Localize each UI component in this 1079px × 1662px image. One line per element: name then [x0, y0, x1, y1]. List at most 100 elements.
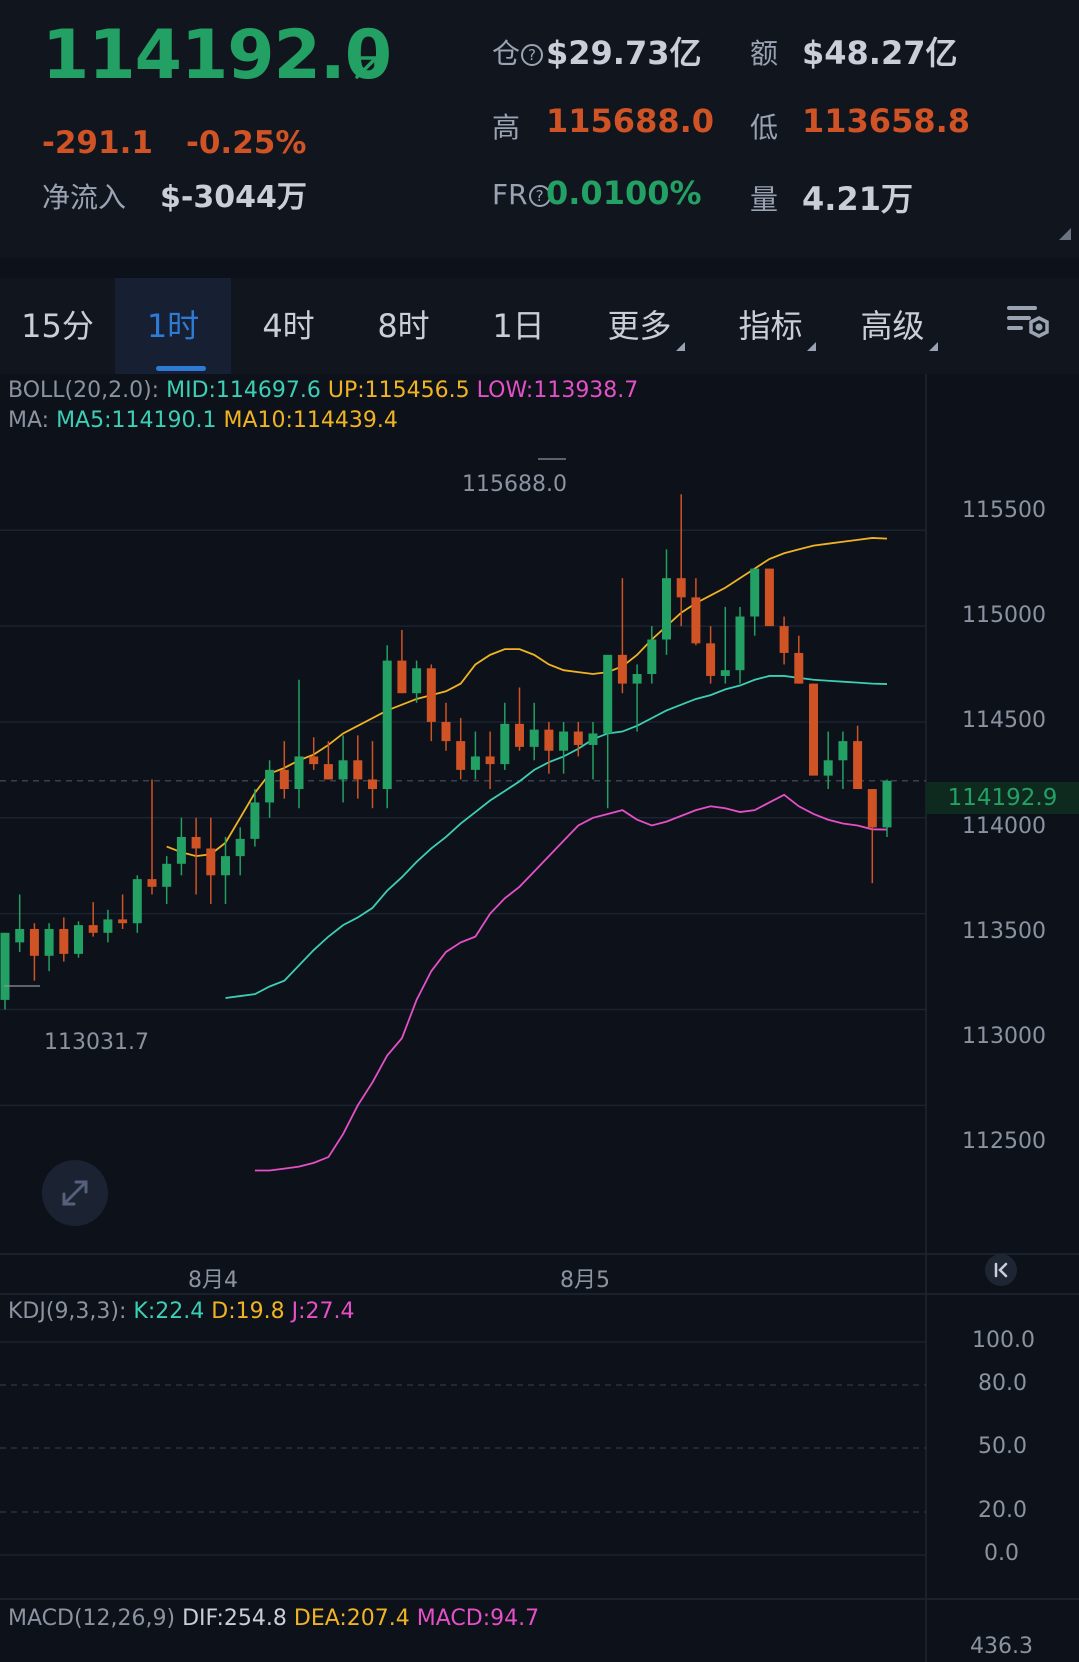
- candle-body: [353, 760, 363, 780]
- ticker-header: 114192.0 -291.1 -0.25% 净流入 $-3044万 仓? $2…: [0, 0, 1079, 258]
- candle-body: [617, 654, 627, 684]
- tab-indicators[interactable]: 指标: [716, 278, 838, 374]
- candle-body: [441, 721, 451, 742]
- boll-legend: BOLL(20,2.0): MID:114697.6 UP:115456.5 L…: [8, 378, 639, 403]
- candle-body: [515, 723, 524, 747]
- candle-body: [191, 836, 201, 849]
- high-marker: 115688.0: [462, 472, 567, 497]
- candle-body: [279, 769, 289, 790]
- candle-body: [147, 879, 157, 887]
- volume-label: 量: [750, 183, 779, 216]
- candle-body: [88, 925, 98, 933]
- candle-body: [59, 928, 69, 954]
- candle-body: [529, 729, 539, 747]
- last-price: 114192.0: [42, 16, 392, 95]
- kdj-axis-label: 80.0: [978, 1371, 1027, 1396]
- candle-body: [559, 731, 569, 751]
- help-icon[interactable]: ?: [521, 44, 544, 66]
- macd-axis-label: 436.3: [970, 1634, 1033, 1659]
- kdj-axis-label: 0.0: [984, 1541, 1019, 1566]
- price-axis-label: 114000: [962, 814, 1046, 839]
- chart-area[interactable]: BOLL(20,2.0): MID:114697.6 UP:115456.5 L…: [0, 374, 1079, 1662]
- candle-body: [235, 838, 245, 857]
- candle-body: [485, 756, 495, 765]
- kdj-axis-label: 50.0: [978, 1434, 1027, 1459]
- scroll-to-latest-button[interactable]: [985, 1254, 1017, 1286]
- active-tab-indicator: [156, 366, 206, 371]
- ma-legend: MA: MA5:114190.1 MA10:114439.4: [8, 408, 398, 433]
- candle-body: [176, 836, 186, 864]
- candle-body: [647, 639, 657, 675]
- candle-body: [118, 919, 128, 924]
- candle-body: [397, 660, 407, 694]
- candle-body: [573, 731, 583, 745]
- candle-body: [500, 723, 510, 765]
- candle-body: [823, 760, 833, 776]
- interval-tabs: 15分 1时 4时 8时 1日 更多 指标 高级: [0, 278, 1079, 374]
- candle-body: [368, 779, 377, 790]
- netflow-value: $-3044万: [160, 180, 307, 215]
- candle-body: [750, 568, 760, 617]
- candle-body: [206, 848, 216, 876]
- boll-mid-line: [225, 675, 888, 999]
- amount-label: 额: [750, 37, 779, 70]
- tab-1h[interactable]: 1时: [115, 278, 231, 374]
- high-label: 高: [492, 111, 521, 144]
- price-axis-label: 113000: [962, 1024, 1046, 1049]
- candle-body: [706, 643, 716, 676]
- candle-body: [162, 863, 172, 887]
- candle-body: [294, 756, 304, 790]
- expand-icon: [62, 1180, 88, 1206]
- candle-body: [132, 879, 142, 924]
- kdj-legend: KDJ(9,3,3): K:22.4 D:19.8 J:27.4: [8, 1299, 355, 1324]
- candlestick-chart[interactable]: [0, 374, 1079, 1662]
- fullscreen-button[interactable]: [42, 1160, 108, 1226]
- expand-corner-icon[interactable]: [1059, 228, 1071, 240]
- candle-body: [29, 928, 39, 956]
- candle-body: [426, 668, 436, 722]
- candle-body: [412, 668, 422, 694]
- candle-body: [779, 626, 789, 653]
- candle-body: [265, 769, 275, 803]
- open-interest-value: $29.73亿: [546, 34, 702, 72]
- candle-body: [456, 741, 466, 770]
- boll-lower-line: [254, 793, 888, 1172]
- candle-body: [221, 856, 230, 876]
- candle-body: [338, 760, 348, 780]
- candle-body: [838, 741, 848, 761]
- candle-body: [867, 789, 877, 828]
- candle-body: [632, 674, 642, 684]
- tab-more[interactable]: 更多: [576, 278, 716, 374]
- candle-body: [544, 729, 554, 751]
- volume-value: 4.21万: [802, 180, 913, 218]
- candle-body: [882, 780, 892, 828]
- tab-8h[interactable]: 8时: [346, 278, 461, 374]
- tab-1d[interactable]: 1日: [461, 278, 576, 374]
- tab-4h[interactable]: 4时: [231, 278, 346, 374]
- candle-body: [250, 802, 260, 839]
- candle-body: [323, 764, 333, 780]
- funding-rate-value: 0.0100%: [546, 174, 702, 212]
- tab-advanced[interactable]: 高级: [838, 278, 960, 374]
- time-axis-label: 8月5: [560, 1268, 610, 1293]
- funding-rate-label[interactable]: FR?: [492, 178, 551, 211]
- kdj-axis-label: 20.0: [978, 1498, 1027, 1523]
- candle-body: [74, 925, 83, 954]
- current-price-tag: 114192.9: [926, 782, 1079, 814]
- candle-body: [676, 578, 686, 598]
- candle-body: [0, 932, 10, 1000]
- dropdown-icon: [806, 342, 816, 351]
- macd-legend: MACD(12,26,9) DIF:254.8 DEA:207.4 MACD:9…: [8, 1606, 540, 1631]
- candle-body: [720, 670, 730, 676]
- tab-15m[interactable]: 15分: [0, 278, 115, 374]
- open-interest-label[interactable]: 仓?: [492, 32, 544, 72]
- price-axis-label: 112500: [962, 1129, 1046, 1154]
- candle-body: [662, 578, 671, 640]
- price-axis-label: 115500: [962, 498, 1046, 523]
- candle-body: [309, 756, 319, 765]
- chart-settings-icon[interactable]: [1005, 300, 1053, 344]
- candle-body: [764, 568, 774, 627]
- low-label: 低: [750, 111, 779, 144]
- price-axis-label: 115000: [962, 603, 1046, 628]
- price-axis-label: 114500: [962, 708, 1046, 733]
